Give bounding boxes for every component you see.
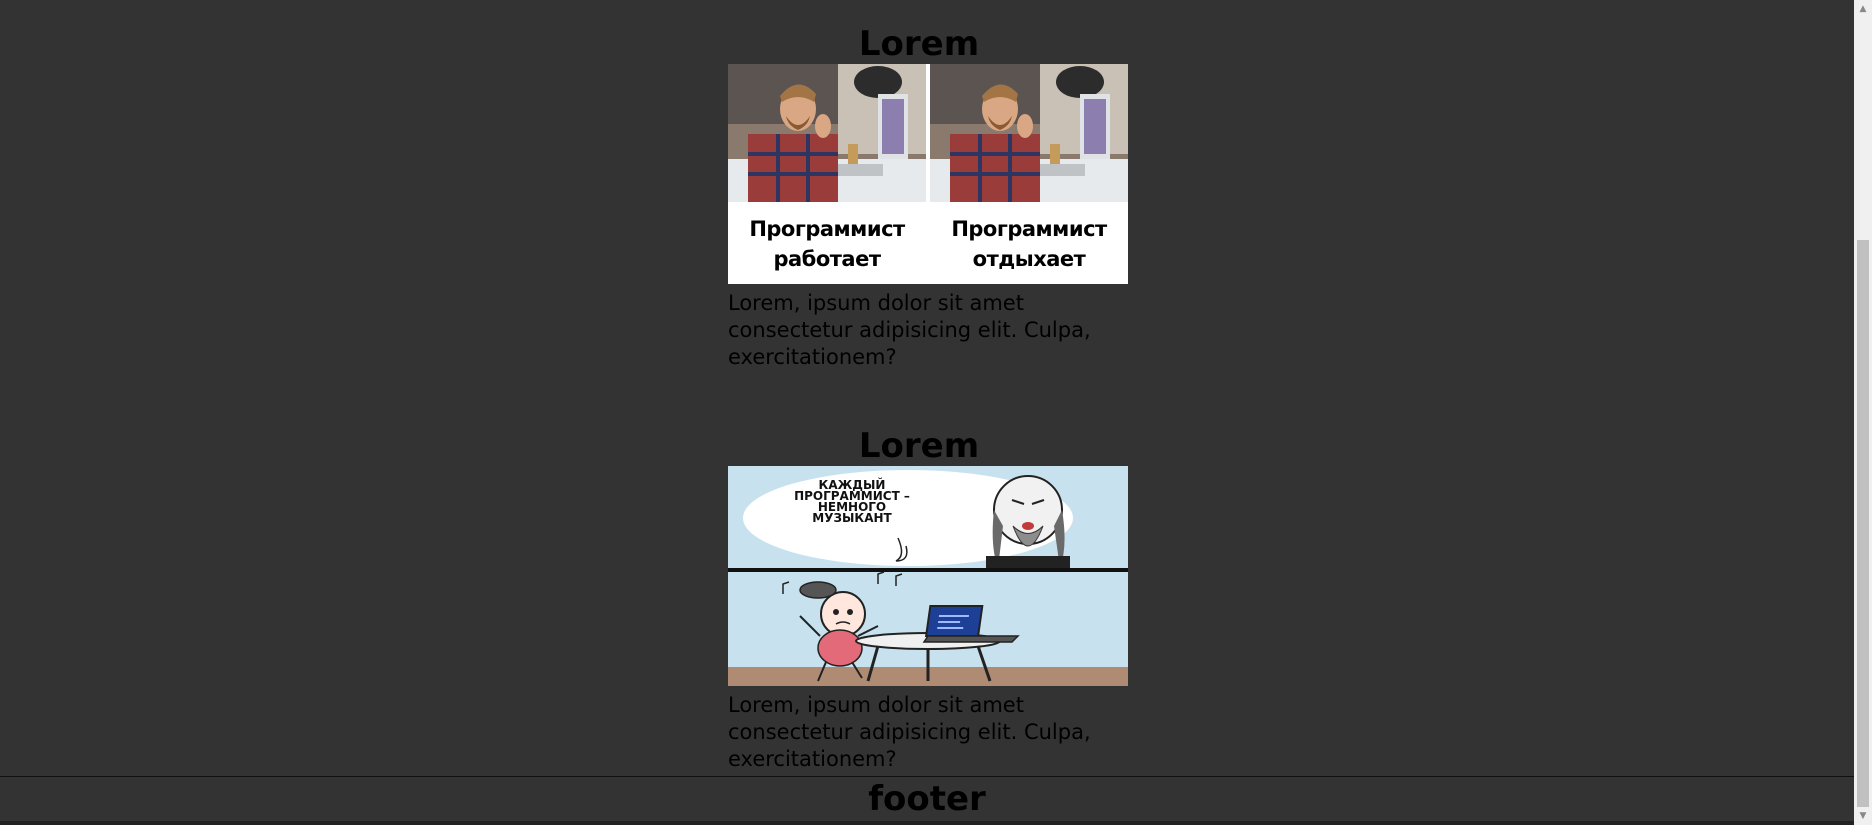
post-title: Lorem [858,24,980,64]
post-card-1: Lorem Программист работает Программист о… [728,24,1128,371]
caption-line: отдыхает [972,247,1086,271]
footer-label: footer [868,779,986,819]
post-text: Lorem, ipsum dolor sit amet consectetur … [728,693,1091,771]
meme-image-programmer: Программист работает Программист отдыхае… [728,64,1128,284]
scrollbar-thumb[interactable] [1857,240,1869,807]
scroll-up-icon[interactable]: ▲ [1854,0,1872,18]
post-card-2: Lorem КАЖДЫЙ ПРОГРАММИСТ – НЕМНОГО МУЗЫК… [728,426,1128,773]
post-title: Lorem [858,426,980,466]
caption-line: работает [773,247,881,271]
caption-resting: Программист отдыхает [930,214,1128,274]
speech-bubble-text: КАЖДЫЙ ПРОГРАММИСТ – НЕМНОГО МУЗЫКАНТ [782,479,922,525]
vertical-scrollbar[interactable]: ▲ ▼ [1854,0,1872,825]
scroll-down-icon[interactable]: ▼ [1854,807,1872,825]
page: Lorem Программист работает Программист о… [0,0,1854,825]
meme-image-musician: КАЖДЫЙ ПРОГРАММИСТ – НЕМНОГО МУЗЫКАНТ [728,466,1128,686]
caption-working: Программист работает [728,214,926,274]
photo-programmer-working [728,64,926,202]
post-text: Lorem, ipsum dolor sit amet consectetur … [728,291,1091,369]
caption-line: Программист [749,217,905,241]
page-footer: footer [0,776,1854,825]
caption-line: Программист [951,217,1107,241]
speech-line: МУЗЫКАНТ [812,511,892,525]
photo-programmer-resting [930,64,1128,202]
